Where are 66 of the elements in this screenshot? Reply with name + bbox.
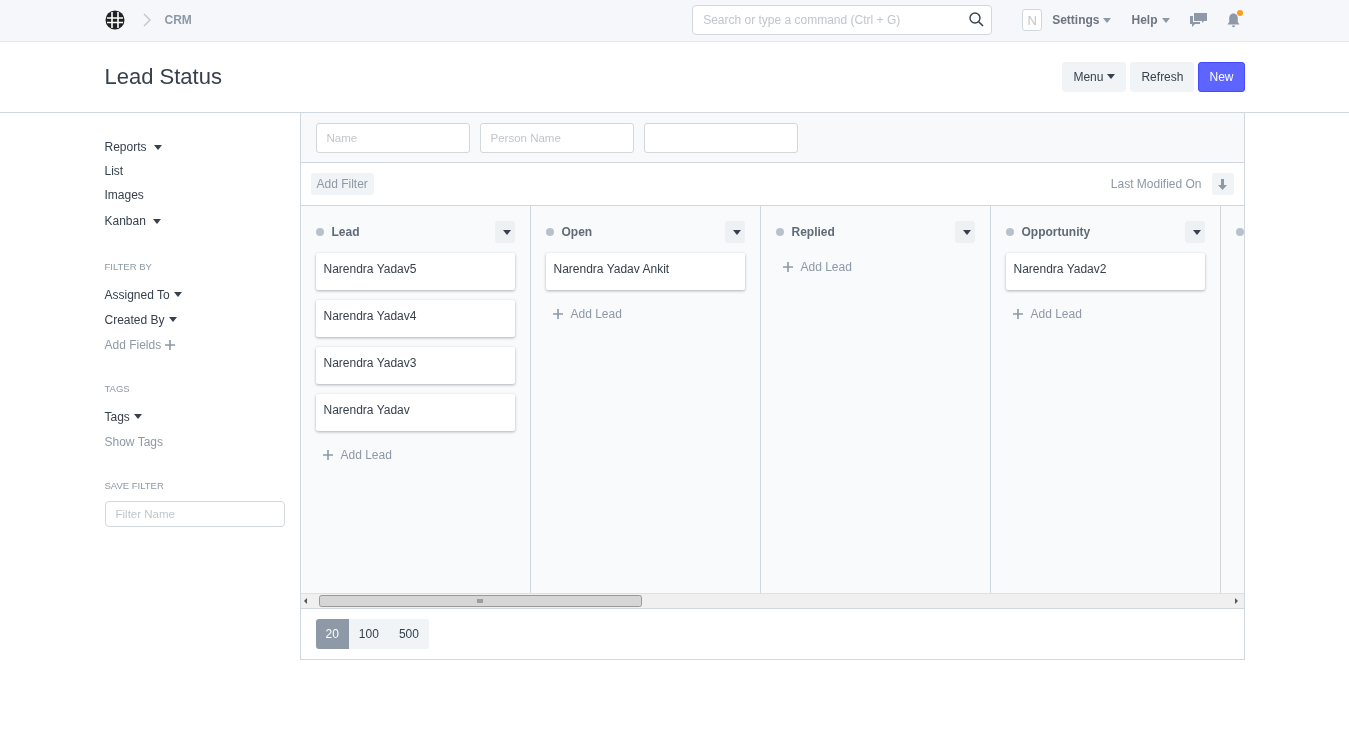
sidebar-item[interactable]: List [104, 159, 285, 183]
caret-icon [153, 144, 162, 150]
sidebar-dropdown[interactable]: Created By [104, 307, 285, 332]
plus-icon [782, 261, 793, 272]
plus-icon [552, 308, 563, 319]
search-icon [969, 12, 985, 27]
status-dot [1235, 228, 1244, 236]
column-title: Open [561, 225, 594, 239]
column-menu-button[interactable] [494, 221, 515, 243]
navbar-menu[interactable]: Settings [1052, 13, 1112, 27]
filter-field[interactable] [643, 122, 798, 153]
page-size-button[interactable]: 500 [388, 619, 429, 649]
caret-icon [168, 317, 177, 322]
caret-icon [1103, 17, 1112, 23]
arrow-down-icon [1218, 178, 1227, 190]
caret-icon [1192, 229, 1201, 235]
plus-icon [322, 449, 333, 460]
chat-icon[interactable] [1189, 13, 1207, 27]
kanban-card[interactable]: Narendra Yadav2 [1005, 253, 1205, 290]
menu-button[interactable]: Menu [1062, 61, 1127, 92]
caret-icon [173, 292, 182, 297]
caret-icon [1107, 74, 1116, 79]
status-dot [315, 228, 324, 236]
kanban-card[interactable]: Narendra Yadav5 [315, 253, 515, 290]
refresh-button[interactable]: Refresh [1130, 61, 1195, 92]
search-field[interactable]: Search or type a command (Ctrl + G) [692, 5, 993, 35]
caret-icon [133, 414, 142, 419]
sidebar-item[interactable]: Images [104, 183, 285, 207]
status-dot [1005, 228, 1014, 236]
sort-order-button[interactable] [1211, 173, 1234, 195]
column-menu-button[interactable] [724, 221, 745, 243]
caret-icon [502, 229, 511, 235]
sidebar-dropdown[interactable]: Tags [104, 404, 285, 429]
sidebar-item[interactable]: Kanban [104, 207, 285, 235]
new-button[interactable]: New [1198, 61, 1245, 92]
section-heading: SAVE FILTER [104, 480, 165, 491]
caret-icon [732, 229, 741, 235]
bell-icon[interactable] [1226, 12, 1240, 28]
logo-icon[interactable] [104, 10, 125, 30]
kanban-card[interactable]: Narendra Yadav Ankit [545, 253, 745, 290]
column-title: Replied [791, 225, 836, 239]
caret-icon [152, 218, 161, 224]
column-title: Lead [331, 225, 361, 239]
column-title: Opportunity [1021, 225, 1092, 239]
column-menu-button[interactable] [954, 221, 975, 243]
status-dot [775, 228, 784, 236]
navbar-menu[interactable]: Help [1131, 13, 1170, 27]
sidebar-dropdown[interactable]: Assigned To [104, 282, 285, 307]
plus-icon [1012, 308, 1023, 319]
filter-field[interactable]: Name [315, 122, 470, 153]
plus-icon [165, 339, 176, 350]
filter-field[interactable]: Person Name [479, 122, 634, 153]
status-dot [545, 228, 554, 236]
chevron-right-icon [142, 13, 151, 27]
section-heading: TAGS [104, 383, 131, 394]
sidebar-item[interactable]: Reports [104, 135, 285, 159]
column-menu-button[interactable] [1184, 221, 1205, 243]
filter-name-field[interactable]: Filter Name [104, 501, 285, 527]
section-heading: FILTER BY [104, 261, 153, 272]
caret-icon [1161, 17, 1170, 23]
page-title: Lead Status [104, 63, 223, 90]
kanban-card[interactable]: Narendra Yadav [315, 394, 515, 431]
kanban-card[interactable]: Narendra Yadav4 [315, 300, 515, 337]
page-size-button[interactable]: 100 [348, 619, 389, 649]
caret-icon [962, 229, 971, 235]
kanban-card[interactable]: Narendra Yadav3 [315, 347, 515, 384]
